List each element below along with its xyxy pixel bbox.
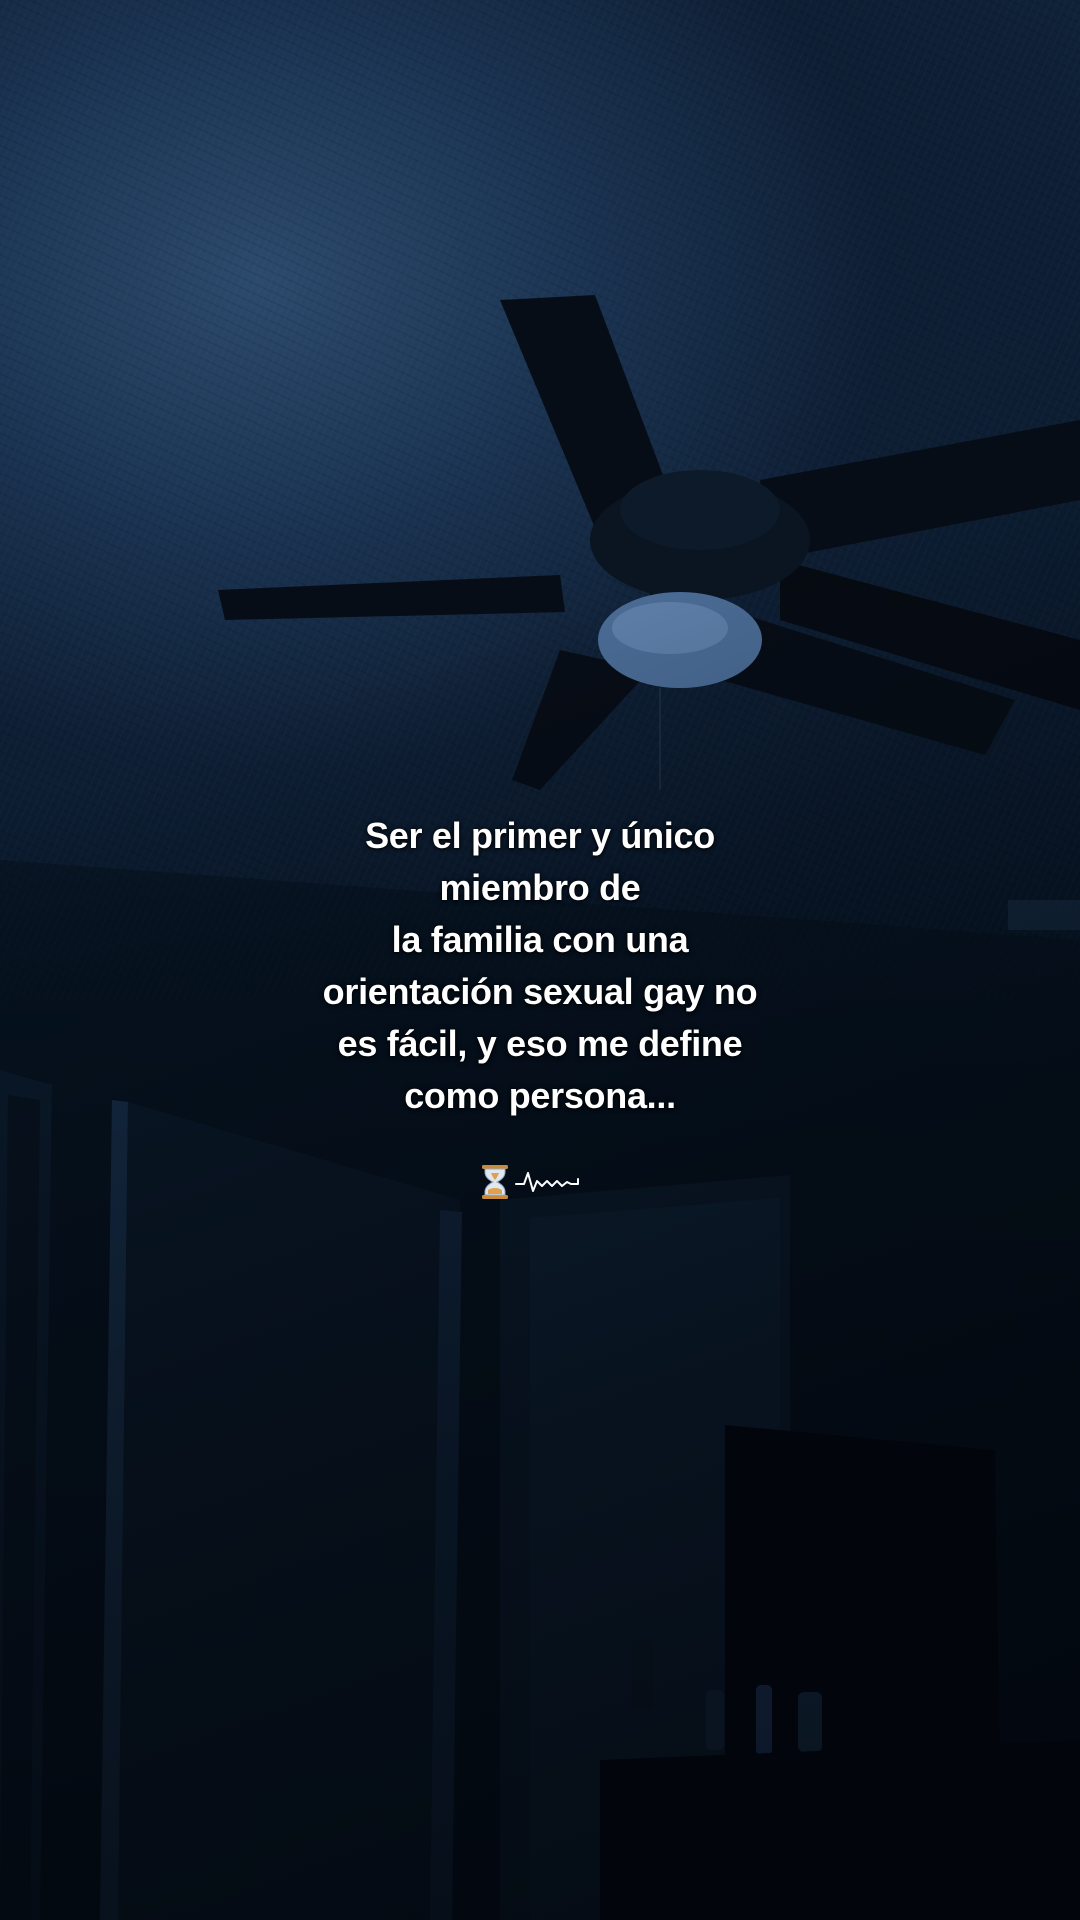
caption-line: miembro de bbox=[439, 867, 641, 908]
heartbeat-line-icon bbox=[515, 1172, 579, 1192]
hourglass-icon bbox=[482, 1165, 508, 1199]
caption-line: como persona... bbox=[404, 1075, 676, 1116]
caption-line: Ser el primer y único bbox=[365, 815, 715, 856]
caption-line: es fácil, y eso me define bbox=[337, 1023, 743, 1064]
caption-text: Ser el primer y único miembro de la fami… bbox=[240, 810, 840, 1122]
emoji-decoration bbox=[480, 1162, 600, 1202]
caption-line: la familia con una bbox=[391, 919, 689, 960]
caption-line: orientación sexual gay no bbox=[322, 971, 758, 1012]
video-frame: Ser el primer y único miembro de la fami… bbox=[0, 0, 1080, 1920]
